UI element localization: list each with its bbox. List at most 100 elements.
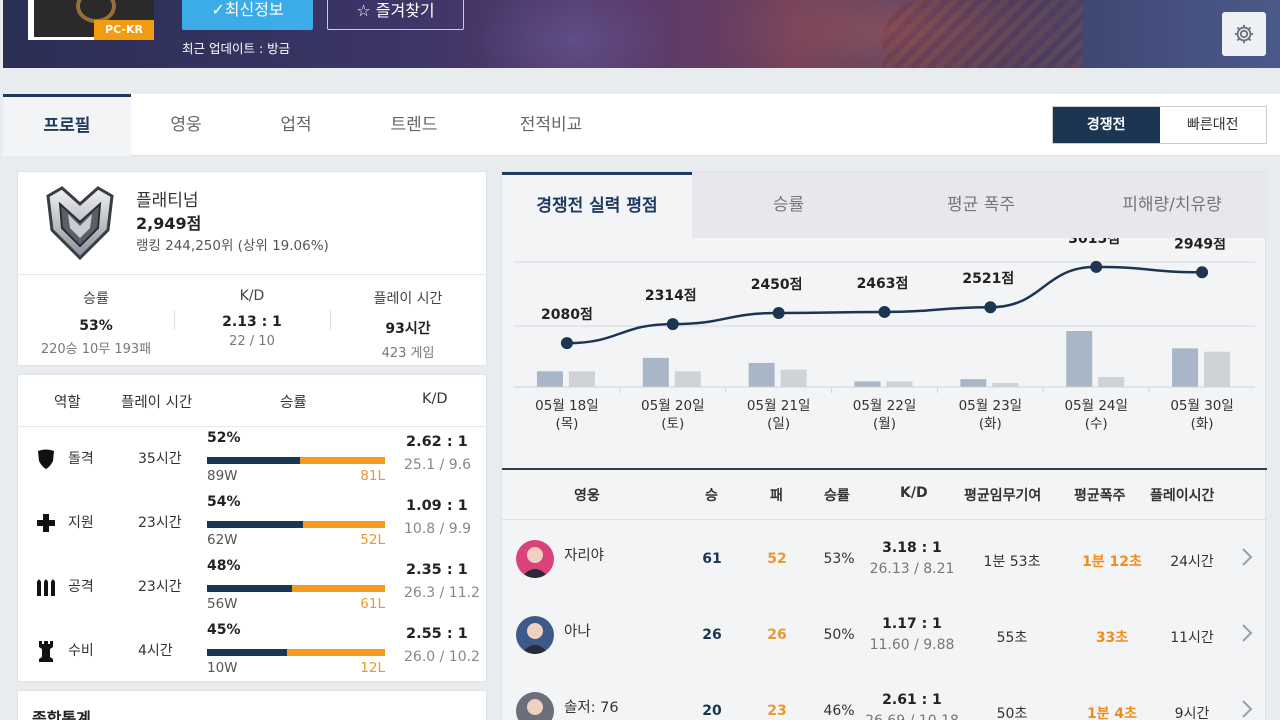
- role-kd: 1.09 : 1: [406, 498, 468, 514]
- stat-playtime: 플레이 시간 93시간 423 게임: [333, 288, 483, 361]
- tab-compare[interactable]: 전적비교: [477, 94, 625, 156]
- hero-table-header: 영웅 승 패 승률 K/D 평균임무기여 평균폭주 플레이시간: [502, 468, 1267, 520]
- bar-losses: [886, 381, 913, 387]
- role-kd: 2.55 : 1: [406, 626, 468, 642]
- x-tick-label: 05월 22일: [853, 398, 917, 414]
- chart-tabs: 경쟁전 실력 평점 승률 평균 폭주 피해량/치유량: [502, 172, 1267, 238]
- favorite-label: 즐겨찾기: [375, 1, 435, 20]
- rating-point: [666, 318, 679, 331]
- tab-winrate[interactable]: 승률: [692, 172, 885, 238]
- role-losses: 61L: [360, 596, 385, 612]
- x-tick-label: 05월 21일: [747, 398, 811, 414]
- role-kd: 2.35 : 1: [406, 562, 468, 578]
- rating-label: 3015점: [1068, 238, 1120, 247]
- hero-losses: 52: [767, 551, 787, 567]
- tab-trend[interactable]: 트렌드: [351, 94, 477, 156]
- role-wins: 56W: [207, 596, 238, 612]
- tab-heroes[interactable]: 영웅: [131, 94, 241, 156]
- hero-name: 솔저: 76: [564, 700, 619, 716]
- role-row-support: 지원 23시간 54% 62W 52L 1.09 : 1 10.8 / 9.9: [18, 492, 488, 556]
- hero-playtime: 11시간: [1170, 630, 1214, 646]
- stat-label: 승률: [83, 291, 109, 307]
- divider: [330, 310, 331, 330]
- hero-losses: 26: [767, 627, 787, 643]
- col-playtime: 플레이 시간: [121, 395, 193, 411]
- update-button[interactable]: ✓최신정보: [182, 0, 313, 30]
- hero-portrait: [516, 616, 554, 654]
- stat-value: 93시간: [385, 321, 431, 337]
- rating-label: 2080점: [541, 306, 593, 323]
- bar-wins: [642, 357, 669, 387]
- col-playtime: 플레이시간: [1150, 488, 1215, 504]
- bar-losses: [992, 383, 1019, 387]
- tab-avg-onfire[interactable]: 평균 폭주: [885, 172, 1077, 238]
- hero-wins: 20: [702, 703, 722, 719]
- role-kd-detail: 26.0 / 10.2: [404, 649, 480, 665]
- gear-icon: [1234, 24, 1254, 44]
- platinum-rank-icon: [46, 186, 114, 261]
- hero-onfire-time: 33초: [1095, 630, 1129, 646]
- role-winrate: 45%: [207, 622, 241, 638]
- role-name: 지원: [68, 515, 94, 531]
- hero-playtime: 24시간: [1170, 554, 1214, 570]
- x-tick-label: 05월 23일: [959, 398, 1023, 414]
- shield-icon: [38, 449, 54, 469]
- tab-profile[interactable]: 프로필: [3, 94, 131, 156]
- tab-damage-heal[interactable]: 피해량/치유량: [1077, 172, 1267, 238]
- plus-icon: [37, 514, 55, 532]
- last-update-text: 최근 업데이트 : 방금: [182, 41, 291, 56]
- col-winrate: 승률: [280, 395, 307, 411]
- role-time: 23시간: [138, 515, 182, 531]
- role-stats-panel: 역할 플레이 시간 승률 K/D 돌격 35시간 52% 89W 81L 2.6…: [17, 374, 488, 682]
- tier-name: 플래티넘: [136, 191, 199, 211]
- role-row-offense: 공격 23시간 48% 56W 61L 2.35 : 1 26.3 / 11.2: [18, 556, 488, 620]
- hero-portrait: [516, 540, 554, 578]
- tab-skill-rating[interactable]: 경쟁전 실력 평점: [502, 172, 692, 238]
- skill-rating-chart: 05월 18일 (목) 05월 20일 (토) 05월 21일 (일) 05월 22일 (월)…: [514, 238, 1255, 432]
- stat-value: 53%: [79, 318, 113, 334]
- role-kd-detail: 26.3 / 11.2: [404, 585, 480, 601]
- x-tick-sublabel: (일): [767, 416, 790, 432]
- banner-art: [883, 0, 1083, 68]
- rating-label: 2463점: [857, 275, 909, 292]
- banner-art: [473, 0, 673, 68]
- x-tick-label: 05월 20일: [641, 398, 705, 414]
- rating-point: [878, 305, 891, 318]
- stat-sub: 220승 10무 193패: [40, 342, 152, 357]
- rating-label: 2949점: [1174, 238, 1226, 252]
- tier-score: 2,949점: [136, 214, 202, 233]
- hero-onfire-time: 1분 4초: [1086, 706, 1138, 720]
- hero-onfire-time: 1분 12초: [1082, 554, 1142, 570]
- section-title: 종합통계: [32, 709, 91, 720]
- rating-point: [984, 301, 997, 314]
- hero-losses: 23: [767, 703, 787, 719]
- stat-value: 2.13 : 1: [222, 314, 282, 330]
- hero-kd: 3.18 : 1: [882, 540, 942, 556]
- tab-achievements[interactable]: 업적: [241, 94, 351, 156]
- col-wins: 승: [705, 488, 718, 504]
- role-wins: 89W: [207, 468, 238, 484]
- chevron-right-icon[interactable]: [1240, 623, 1254, 643]
- role-losses: 81L: [360, 468, 385, 484]
- stat-label: K/D: [239, 288, 265, 304]
- settings-button[interactable]: [1222, 12, 1266, 56]
- rating-label: 2521점: [962, 270, 1014, 287]
- rating-label: 2450점: [751, 276, 803, 293]
- winrate-bar: [207, 457, 385, 464]
- divider: [18, 274, 488, 275]
- quickplay-button[interactable]: 빠른대전: [1160, 107, 1267, 143]
- hero-row[interactable]: 솔저: 76202346%2.61 : 126.69 / 10.1850초1분 …: [502, 673, 1267, 720]
- competitive-button[interactable]: 경쟁전: [1053, 107, 1160, 143]
- role-name: 수비: [68, 643, 94, 659]
- favorite-button[interactable]: ☆ 즐겨찾기: [327, 0, 464, 30]
- mode-switch: 경쟁전 빠른대전: [1052, 106, 1267, 144]
- chevron-right-icon[interactable]: [1240, 547, 1254, 567]
- x-tick-label: 05월 18일: [535, 398, 599, 414]
- hero-row[interactable]: 아나 26 26 50% 1.17 : 1 11.60 / 9.88 55초 33초 11시간: [502, 597, 1267, 671]
- x-tick-sublabel: (월): [873, 416, 896, 432]
- bar-wins: [536, 371, 563, 387]
- rating-point: [1090, 260, 1103, 273]
- hero-row[interactable]: 자리야 61 52 53% 3.18 : 1 26.13 / 8.21 1분 53초 1분 1…: [502, 521, 1267, 595]
- winrate-bar: [207, 585, 385, 592]
- chevron-right-icon[interactable]: [1240, 699, 1254, 719]
